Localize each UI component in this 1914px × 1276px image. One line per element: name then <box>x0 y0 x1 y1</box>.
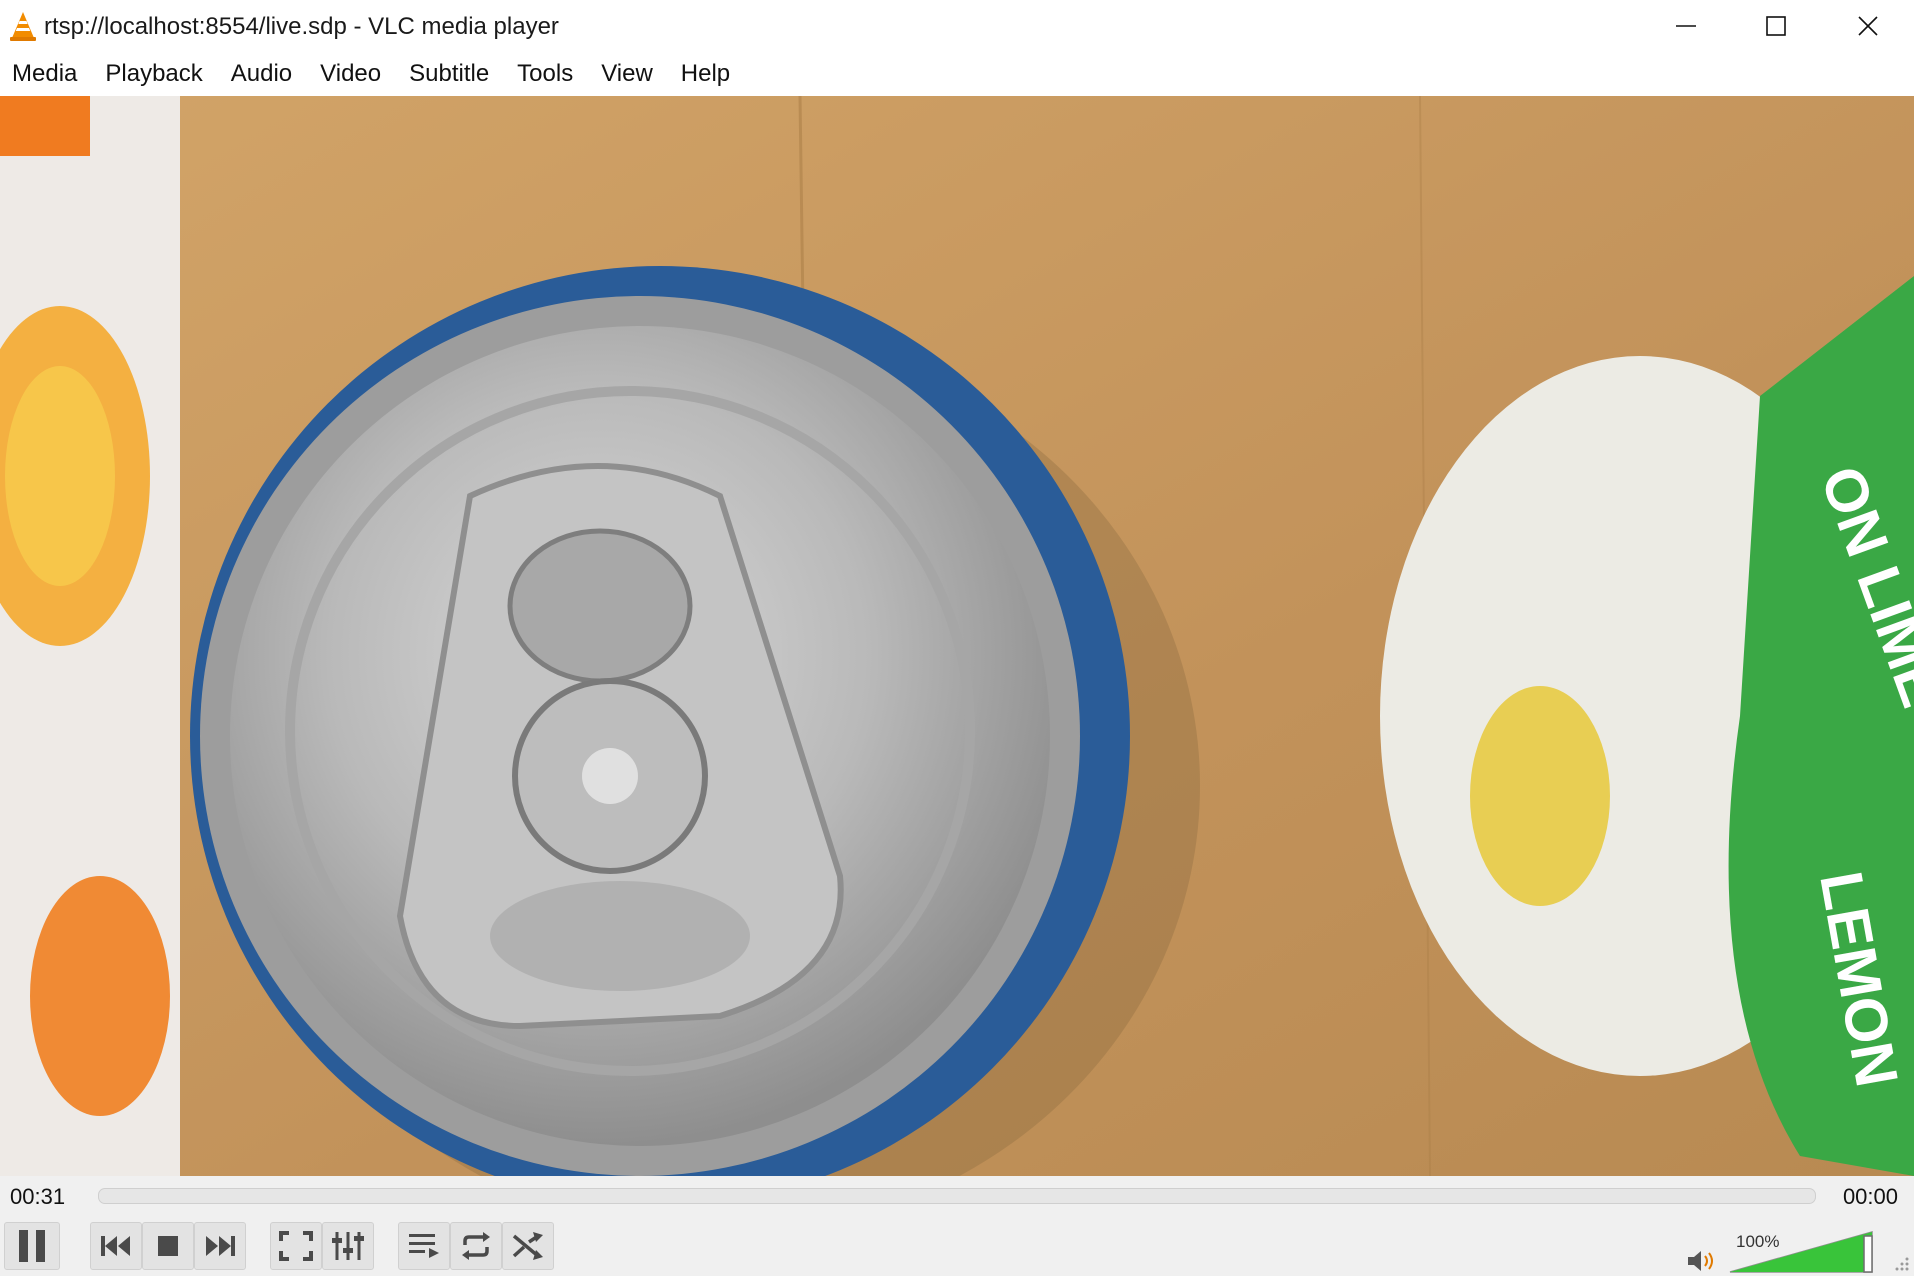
previous-icon <box>101 1236 130 1256</box>
volume-slider[interactable] <box>1728 1228 1874 1274</box>
maximize-button[interactable] <box>1730 0 1822 52</box>
fullscreen-button[interactable] <box>270 1222 322 1270</box>
volume-handle[interactable] <box>1863 1235 1873 1273</box>
previous-button[interactable] <box>90 1222 142 1270</box>
seek-row: 00:31 00:00 <box>0 1176 1914 1216</box>
menu-tools[interactable]: Tools <box>505 52 589 96</box>
pause-button[interactable] <box>4 1222 60 1270</box>
total-time: 00:00 <box>1842 1184 1898 1209</box>
menu-subtitle[interactable]: Subtitle <box>397 52 505 96</box>
resize-grip-icon[interactable] <box>1894 1256 1910 1272</box>
minimize-icon <box>1676 25 1696 27</box>
extended-settings-icon <box>332 1232 364 1260</box>
pause-icon <box>19 1230 45 1262</box>
loop-button[interactable] <box>450 1222 502 1270</box>
title-bar: rtsp://localhost:8554/live.sdp - VLC med… <box>0 0 1914 52</box>
video-content: ON LIME LEMON <box>0 96 1914 1176</box>
window-title: rtsp://localhost:8554/live.sdp - VLC med… <box>44 13 559 40</box>
control-bar <box>0 1216 1914 1276</box>
stop-icon <box>158 1236 178 1256</box>
seek-bar[interactable] <box>98 1188 1816 1204</box>
video-frame[interactable]: ON LIME LEMON <box>0 96 1914 1176</box>
menu-bar: Media Playback Audio Video Subtitle Tool… <box>0 52 1914 96</box>
elapsed-time: 00:31 <box>10 1184 66 1209</box>
shuffle-icon <box>512 1232 543 1260</box>
next-button[interactable] <box>194 1222 246 1270</box>
menu-help[interactable]: Help <box>669 52 746 96</box>
close-button[interactable] <box>1822 0 1914 52</box>
close-icon <box>1858 16 1878 36</box>
shuffle-button[interactable] <box>502 1222 554 1270</box>
menu-video[interactable]: Video <box>308 52 397 96</box>
loop-icon <box>462 1232 490 1260</box>
menu-playback[interactable]: Playback <box>93 52 218 96</box>
stop-button[interactable] <box>142 1222 194 1270</box>
fullscreen-icon <box>279 1231 313 1261</box>
speaker-icon[interactable] <box>1686 1248 1720 1274</box>
next-icon <box>206 1236 235 1256</box>
menu-audio[interactable]: Audio <box>219 52 308 96</box>
menu-media[interactable]: Media <box>0 52 93 96</box>
minimize-button[interactable] <box>1640 0 1732 52</box>
menu-view[interactable]: View <box>589 52 669 96</box>
extended-settings-button[interactable] <box>322 1222 374 1270</box>
playlist-icon <box>409 1234 439 1258</box>
playlist-button[interactable] <box>398 1222 450 1270</box>
vlc-cone-icon <box>8 10 38 42</box>
maximize-icon <box>1766 16 1786 36</box>
